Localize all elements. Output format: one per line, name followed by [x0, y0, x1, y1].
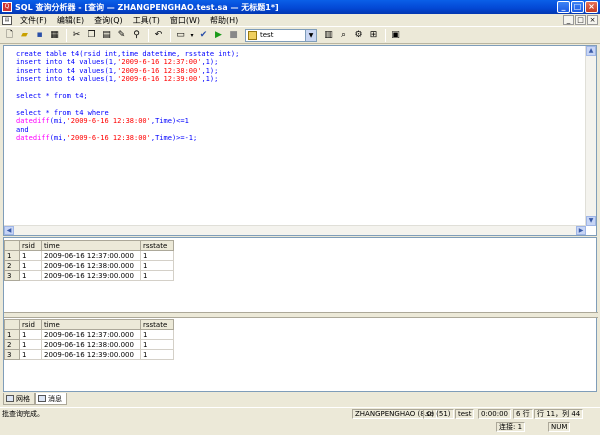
status-user: sa (51)	[423, 409, 454, 419]
show-results-icon[interactable]: ▣	[389, 29, 402, 42]
table-row[interactable]: 2 1 2009-06-16 12:38:00.000 1	[4, 339, 174, 350]
chevron-down-icon[interactable]: ▼	[305, 29, 316, 41]
menu-edit[interactable]: 编辑(E)	[52, 15, 89, 26]
menu-tools[interactable]: 工具(T)	[128, 15, 165, 26]
menu-file[interactable]: 文件(F)	[15, 15, 52, 26]
column-header-rsstate[interactable]: rsstate	[140, 319, 174, 330]
bottom-bar: 连接: 1 NUM	[0, 420, 600, 435]
find-icon[interactable]: ⚲	[130, 29, 143, 42]
table-row[interactable]: 3 1 2009-06-16 12:39:00.000 1	[4, 349, 174, 360]
database-value: test	[260, 31, 274, 39]
mdi-close-button[interactable]: ×	[587, 15, 598, 25]
query-editor[interactable]: create table t4(rsid int,time datetime, …	[3, 45, 597, 236]
query-text[interactable]: create table t4(rsid int,time datetime, …	[16, 50, 239, 142]
app-icon[interactable]: Q	[2, 2, 12, 12]
mdi-minimize-button[interactable]: _	[563, 15, 574, 25]
table-row[interactable]: 1 1 2009-06-16 12:37:00.000 1	[4, 329, 174, 340]
code-line[interactable]	[16, 100, 239, 108]
scroll-right-icon[interactable]: ▶	[576, 226, 586, 235]
status-position: 行 11，列 44	[534, 409, 584, 419]
code-line[interactable]: create table t4(rsid int,time datetime, …	[16, 50, 239, 58]
status-bar: 批查询完成。 ZHANGPENGHAO (8.0) sa (51) test 0…	[0, 407, 600, 419]
column-header-rsid[interactable]: rsid	[19, 319, 42, 330]
code-line[interactable]: select * from t4;	[16, 92, 239, 100]
close-button[interactable]: ×	[585, 1, 598, 13]
status-num: NUM	[548, 422, 571, 432]
mdi-restore-button[interactable]: □	[575, 15, 586, 25]
code-line[interactable]: insert into t4 values(1,'2009-6-16 12:38…	[16, 67, 239, 75]
code-line[interactable]: insert into t4 values(1,'2009-6-16 12:39…	[16, 75, 239, 83]
column-header-rsstate[interactable]: rsstate	[140, 240, 174, 251]
code-line[interactable]: and	[16, 126, 239, 134]
window-title: SQL 查询分析器 - [查询 — ZHANGPENGHAO.test.sa —…	[15, 2, 279, 12]
scroll-left-icon[interactable]: ◀	[4, 226, 14, 235]
result-mode-icon[interactable]: ▭	[174, 29, 187, 42]
clear-icon[interactable]: ✎	[115, 29, 128, 42]
title-bar: Q SQL 查询分析器 - [查询 — ZHANGPENGHAO.test.sa…	[0, 0, 600, 14]
status-elapsed: 0:00:00	[478, 409, 511, 419]
copy-icon[interactable]: ❐	[85, 29, 98, 42]
database-icon	[248, 30, 257, 40]
editor-vertical-scrollbar[interactable]: ▲ ▼	[585, 46, 596, 226]
scroll-up-icon[interactable]: ▲	[586, 46, 596, 56]
result-grid-1[interactable]: rsid time rsstate 1 1 2009-06-16 12:37:0…	[4, 240, 598, 281]
menu-bar: ▤ 文件(F) 编辑(E) 查询(Q) 工具(T) 窗口(W) 帮助(H) _ …	[0, 14, 600, 26]
status-connections: 连接: 1	[496, 422, 526, 432]
editor-horizontal-scrollbar[interactable]: ◀ ▶	[4, 225, 586, 235]
status-message: 批查询完成。	[2, 409, 44, 418]
code-line[interactable]	[16, 84, 239, 92]
cut-icon[interactable]: ✂	[70, 29, 83, 42]
code-line[interactable]: select * from t4 where	[16, 109, 239, 117]
column-header-rsid[interactable]: rsid	[19, 240, 42, 251]
minimize-button[interactable]: _	[557, 1, 570, 13]
code-line[interactable]: datediff(mi,'2009-6-16 12:38:00',Time)<=…	[16, 117, 239, 125]
properties-icon[interactable]: ⚙	[352, 29, 365, 42]
insert-template-icon[interactable]: ▦	[48, 29, 61, 42]
save-icon[interactable]: ▪	[33, 29, 46, 42]
menu-query[interactable]: 查询(Q)	[89, 15, 128, 26]
table-row[interactable]: 3 1 2009-06-16 12:39:00.000 1	[4, 270, 174, 281]
code-line[interactable]: datediff(mi,'2009-6-16 12:38:00',Time)>=…	[16, 134, 239, 142]
toolbar: 🗋 ▰ ▪ ▦ ✂ ❐ ▤ ✎ ⚲ ↶ ▭ ▾ ✔ ▶ ■ test ▼ ▥ ⌕…	[0, 26, 600, 44]
execute-icon[interactable]: ▶	[212, 29, 225, 42]
grid-icon	[6, 395, 14, 402]
messages-icon	[38, 395, 46, 402]
show-plan-icon[interactable]: ⊞	[367, 29, 380, 42]
dropdown-arrow-icon[interactable]: ▾	[189, 29, 195, 42]
code-line[interactable]: insert into t4 values(1,'2009-6-16 12:37…	[16, 58, 239, 66]
paste-icon[interactable]: ▤	[100, 29, 113, 42]
status-rows: 6 行	[513, 409, 533, 419]
result-grid-2[interactable]: rsid time rsstate 1 1 2009-06-16 12:37:0…	[4, 319, 598, 360]
tab-grid[interactable]: 网格	[3, 393, 35, 405]
scroll-down-icon[interactable]: ▼	[586, 216, 596, 226]
document-icon[interactable]: ▤	[2, 15, 12, 25]
tab-messages[interactable]: 消息	[35, 393, 67, 405]
maximize-button[interactable]: □	[571, 1, 584, 13]
results-splitter[interactable]	[4, 312, 598, 318]
table-row[interactable]: 2 1 2009-06-16 12:38:00.000 1	[4, 260, 174, 271]
open-icon[interactable]: ▰	[18, 29, 31, 42]
table-row[interactable]: 1 1 2009-06-16 12:37:00.000 1	[4, 250, 174, 261]
database-select[interactable]: test ▼	[245, 28, 317, 42]
column-header-time[interactable]: time	[41, 319, 141, 330]
results-pane: rsid time rsstate 1 1 2009-06-16 12:37:0…	[3, 237, 598, 392]
object-browser-icon[interactable]: ▥	[322, 29, 335, 42]
parse-icon[interactable]: ✔	[197, 29, 210, 42]
status-database: test	[455, 409, 475, 419]
result-tabs: 网格 消息	[3, 393, 67, 405]
new-query-icon[interactable]: 🗋	[3, 29, 16, 42]
menu-help[interactable]: 帮助(H)	[205, 15, 243, 26]
object-search-icon[interactable]: ⌕	[337, 29, 350, 42]
undo-icon[interactable]: ↶	[152, 29, 165, 42]
menu-window[interactable]: 窗口(W)	[165, 15, 205, 26]
stop-icon[interactable]: ■	[227, 29, 240, 42]
column-header-time[interactable]: time	[41, 240, 141, 251]
